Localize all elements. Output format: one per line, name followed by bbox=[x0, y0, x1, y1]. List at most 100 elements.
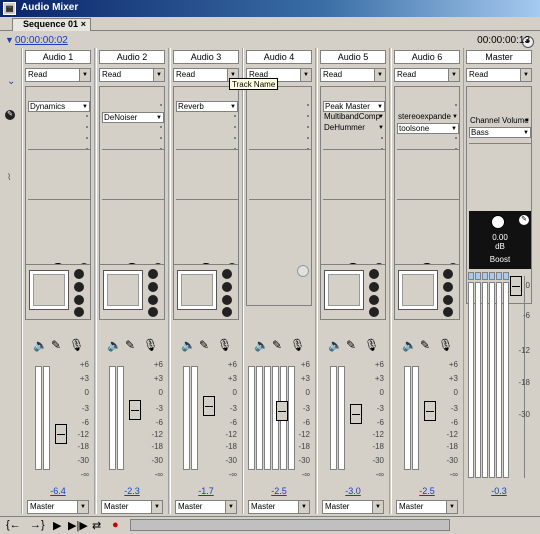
volume-fader[interactable] bbox=[203, 396, 215, 417]
speaker-icon[interactable]: 🔈 bbox=[181, 338, 196, 352]
panner-pad[interactable] bbox=[324, 270, 364, 310]
record-icon[interactable]: ● bbox=[112, 519, 119, 531]
mic-icon[interactable]: 🎙 bbox=[217, 338, 232, 352]
send-knob[interactable] bbox=[148, 269, 158, 279]
send-knob[interactable] bbox=[369, 295, 379, 305]
master-boost-knob[interactable] bbox=[491, 215, 505, 229]
effect-slot[interactable] bbox=[176, 112, 238, 123]
volume-fader[interactable] bbox=[350, 404, 362, 424]
output-select[interactable]: Master ▼ bbox=[175, 500, 237, 514]
panner-pad[interactable] bbox=[103, 270, 143, 310]
effect-slot[interactable] bbox=[102, 145, 164, 156]
volume-fader[interactable] bbox=[276, 401, 288, 421]
effect-slot[interactable]: DeHummer ▼ bbox=[323, 123, 385, 134]
master-name[interactable]: Master bbox=[466, 50, 532, 64]
automation-select[interactable]: Read ▼ bbox=[25, 68, 91, 82]
effect-slot[interactable] bbox=[397, 145, 459, 156]
effect-slot[interactable] bbox=[249, 112, 311, 123]
panner-pad[interactable] bbox=[29, 270, 69, 310]
effect-slot[interactable] bbox=[249, 134, 311, 145]
effect-slot[interactable]: Dynamics ▼ bbox=[28, 101, 90, 112]
track-name[interactable]: Audio 2 bbox=[99, 50, 165, 64]
effect-slot[interactable] bbox=[102, 123, 164, 134]
master-effect-slot[interactable]: Channel Volume ▼ bbox=[469, 116, 531, 127]
output-select[interactable]: Master ▼ bbox=[396, 500, 458, 514]
speaker-icon[interactable]: 🔈 bbox=[33, 338, 48, 352]
volume-value[interactable]: -2.5 bbox=[394, 486, 460, 496]
solo-icon[interactable]: ✎ bbox=[199, 338, 209, 352]
effect-slot[interactable] bbox=[397, 134, 459, 145]
panner-pad[interactable] bbox=[398, 270, 438, 310]
effect-slot[interactable]: Reverb ▼ bbox=[176, 101, 238, 112]
collapse-icon[interactable]: ⌄ bbox=[7, 76, 15, 87]
send-knob[interactable] bbox=[74, 307, 84, 317]
automation-select[interactable]: Read ▼ bbox=[394, 68, 460, 82]
speaker-icon[interactable]: 🔈 bbox=[254, 338, 269, 352]
panner-pad[interactable] bbox=[177, 270, 217, 310]
track-name[interactable]: Audio 1 bbox=[25, 50, 91, 64]
master-effect-slot[interactable]: Bass ▼ bbox=[469, 127, 531, 138]
send-knob[interactable] bbox=[74, 269, 84, 279]
mic-icon[interactable]: 🎙 bbox=[290, 338, 305, 352]
effect-slot[interactable]: DeNoiser ▼ bbox=[102, 112, 164, 123]
master-pencil-icon[interactable]: ✎ bbox=[519, 215, 529, 225]
effect-slot[interactable] bbox=[102, 134, 164, 145]
effect-slot[interactable] bbox=[28, 145, 90, 156]
speaker-icon[interactable]: 🔈 bbox=[402, 338, 417, 352]
effect-slot[interactable] bbox=[102, 101, 164, 112]
volume-value[interactable]: -1.7 bbox=[173, 486, 239, 496]
effect-slot[interactable] bbox=[176, 134, 238, 145]
speaker-icon[interactable]: 🔈 bbox=[107, 338, 122, 352]
send-knob[interactable] bbox=[74, 282, 84, 292]
track-name[interactable]: Audio 4 bbox=[246, 50, 312, 64]
send-knob[interactable] bbox=[369, 282, 379, 292]
effect-slot[interactable] bbox=[249, 101, 311, 112]
send-knob[interactable] bbox=[148, 307, 158, 317]
horizontal-scrollbar[interactable] bbox=[130, 519, 450, 531]
go-to-in-icon[interactable]: {← bbox=[6, 519, 21, 531]
go-to-out-icon[interactable]: →} bbox=[30, 519, 45, 531]
loop-icon[interactable]: ⇄ bbox=[92, 519, 101, 532]
track-name[interactable]: Audio 3 bbox=[173, 50, 239, 64]
send-knob[interactable] bbox=[222, 282, 232, 292]
send-knob[interactable] bbox=[369, 269, 379, 279]
effect-slot[interactable] bbox=[176, 123, 238, 134]
track-name[interactable]: Audio 5 bbox=[320, 50, 386, 64]
send-knob[interactable] bbox=[222, 269, 232, 279]
volume-value[interactable]: -2.5 bbox=[246, 486, 312, 496]
send-knob[interactable] bbox=[148, 295, 158, 305]
effect-slot[interactable]: MultibandComp ▼ bbox=[323, 112, 385, 123]
effect-slot[interactable]: Peak Master ▼ bbox=[323, 101, 385, 112]
solo-icon[interactable]: ✎ bbox=[346, 338, 356, 352]
send-knob[interactable] bbox=[148, 282, 158, 292]
automation-select[interactable]: Read ▼ bbox=[320, 68, 386, 82]
output-select[interactable]: Master ▼ bbox=[248, 500, 310, 514]
send-knob[interactable] bbox=[222, 307, 232, 317]
solo-icon[interactable]: ✎ bbox=[125, 338, 135, 352]
solo-icon[interactable]: ✎ bbox=[51, 338, 61, 352]
volume-value[interactable]: -6.4 bbox=[25, 486, 91, 496]
track-name[interactable]: Audio 6 bbox=[394, 50, 460, 64]
effect-slot[interactable]: toolsone ▼ bbox=[397, 123, 459, 134]
effect-slot[interactable] bbox=[249, 123, 311, 134]
send-knob[interactable] bbox=[369, 307, 379, 317]
mic-icon[interactable]: 🎙 bbox=[143, 338, 158, 352]
master-automation-select[interactable]: Read ▼ bbox=[466, 68, 532, 82]
output-select[interactable]: Master ▼ bbox=[101, 500, 163, 514]
output-select[interactable]: Master ▼ bbox=[322, 500, 384, 514]
effect-slot[interactable] bbox=[28, 123, 90, 134]
play-in-to-out-icon[interactable]: ▶|▶ bbox=[68, 519, 88, 532]
volume-fader[interactable] bbox=[424, 401, 436, 421]
tab-close-icon[interactable]: × bbox=[81, 19, 86, 30]
output-select[interactable]: Master ▼ bbox=[27, 500, 89, 514]
sends-icon[interactable]: ⌇ bbox=[7, 172, 11, 183]
send-knob[interactable] bbox=[443, 307, 453, 317]
send-knob[interactable] bbox=[443, 282, 453, 292]
effects-pencil-icon[interactable]: ✎ bbox=[5, 110, 15, 120]
solo-icon[interactable]: ✎ bbox=[420, 338, 430, 352]
mic-icon[interactable]: 🎙 bbox=[438, 338, 453, 352]
volume-fader[interactable] bbox=[55, 424, 67, 445]
send-knob[interactable] bbox=[222, 295, 232, 305]
send-knob[interactable] bbox=[443, 269, 453, 279]
effect-slot[interactable] bbox=[323, 134, 385, 145]
